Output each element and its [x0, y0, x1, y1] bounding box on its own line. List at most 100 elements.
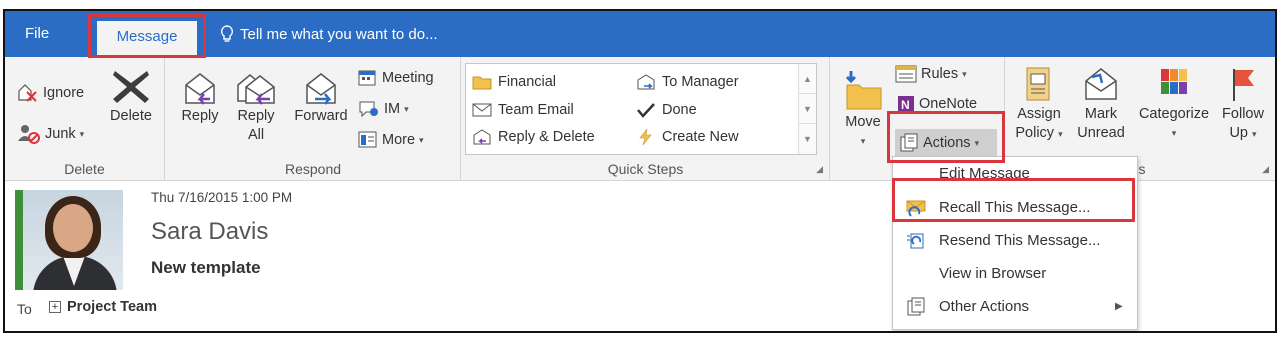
reply-all-label-2: All [247, 127, 265, 143]
mark-label-1: Mark [1084, 106, 1118, 122]
assign-label-1: Assign [1017, 106, 1061, 122]
tab-file[interactable]: File [25, 25, 49, 42]
mark-unread-icon [1085, 68, 1117, 100]
junk-label: Junk [45, 126, 76, 142]
reply-all-label-1: Reply [237, 108, 275, 124]
expand-icon[interactable]: + [49, 301, 61, 313]
junk-button[interactable]: Junk ▾ [17, 123, 84, 145]
onenote-label: OneNote [919, 96, 978, 112]
expand-gallery-icon[interactable]: ▼ [799, 124, 816, 154]
mark-unread-button[interactable]: Mark Unread [1072, 65, 1130, 143]
dialog-launcher-icon[interactable]: ◢ [816, 164, 823, 175]
follow-up-button[interactable]: Follow Up ▾ [1216, 65, 1270, 144]
outlook-window: File Message Tell me what you want to do… [3, 9, 1277, 333]
reply-all-button[interactable]: Reply All [230, 71, 282, 145]
scroll-down-icon[interactable]: ▼ [799, 94, 816, 124]
categorize-icon [1161, 69, 1187, 94]
quickstep-reply-delete[interactable]: Reply & Delete [472, 129, 595, 145]
reply-button[interactable]: Reply [176, 71, 224, 126]
team-email-label: Team Email [498, 102, 574, 118]
menu-item-label: View in Browser [939, 265, 1047, 282]
move-button[interactable]: Move ▾ [837, 69, 889, 151]
chevron-down-icon: ▾ [1252, 129, 1257, 139]
mark-label-2: Unread [1077, 125, 1125, 141]
respond-group-label: Respond [284, 161, 342, 177]
to-label: To [17, 301, 32, 317]
move-label: Move [845, 114, 881, 130]
delete-button[interactable]: Delete [107, 67, 155, 126]
actions-icon [900, 133, 918, 152]
lightning-icon [639, 129, 652, 145]
message-date: Thu 7/16/2015 1:00 PM [151, 190, 293, 205]
assign-policy-button[interactable]: Assign Policy ▾ [1010, 65, 1068, 144]
assign-label-2: Policy [1015, 125, 1055, 141]
create-new-label: Create New [662, 129, 739, 145]
im-button[interactable]: IM ▾ [358, 99, 409, 119]
chevron-down-icon: ▾ [404, 103, 409, 114]
menu-item-label: Other Actions [939, 298, 1030, 315]
reply-all-icon [237, 74, 275, 105]
quickstep-create-new[interactable]: Create New [636, 129, 739, 145]
onenote-icon: N [898, 96, 914, 112]
dialog-launcher-icon[interactable]: ◢ [1262, 164, 1269, 175]
follow-label-2: Up [1229, 125, 1248, 141]
actions-dropdown-menu: Edit Message Recall This Message... Rese… [892, 156, 1138, 330]
chevron-down-icon: ▾ [974, 137, 980, 148]
actions-label: Actions [923, 135, 971, 151]
junk-icon [18, 125, 40, 144]
recipient-group[interactable]: + Project Team [49, 299, 157, 315]
menu-item-view-in-browser[interactable]: View in Browser [893, 257, 1137, 290]
im-label: IM [384, 101, 401, 117]
email-icon [472, 103, 492, 117]
delete-group: Ignore Junk ▾ Delete Delete [5, 57, 165, 181]
title-tab-bar: File Message Tell me what you want to do… [5, 11, 1275, 57]
menu-item-edit-message[interactable]: Edit Message [893, 157, 1137, 190]
menu-item-other-actions[interactable]: Other Actions ▶ [893, 290, 1137, 323]
financial-label: Financial [498, 74, 557, 90]
ignore-label: Ignore [43, 85, 85, 101]
quickstep-team-email[interactable]: Team Email [472, 102, 574, 118]
scroll-up-icon[interactable]: ▲ [799, 64, 816, 94]
tell-me-label: Tell me what you want to do... [240, 25, 438, 43]
flag-icon [1233, 69, 1254, 101]
forward-button[interactable]: Forward [290, 71, 352, 126]
chevron-down-icon: ▾ [962, 68, 967, 79]
quick-steps-scrollbar[interactable]: ▲ ▼ ▼ [798, 64, 816, 154]
categorize-button[interactable]: Categorize ▾ [1132, 65, 1216, 143]
tab-message[interactable]: Message [97, 21, 197, 57]
avatar [15, 190, 123, 290]
delete-x-icon [113, 71, 149, 103]
more-button[interactable]: More ▾ [358, 131, 424, 149]
categorize-label: Categorize [1138, 106, 1210, 122]
quickstep-done[interactable]: Done [636, 102, 697, 118]
quickstep-financial[interactable]: Financial [472, 74, 556, 90]
quickstep-to-manager[interactable]: To Manager [636, 74, 739, 90]
forward-icon [306, 73, 336, 105]
folder-icon [472, 76, 492, 90]
actions-button[interactable]: Actions ▾ [895, 129, 997, 157]
meeting-label: Meeting [382, 70, 434, 86]
chevron-down-icon: ▾ [1171, 128, 1177, 138]
ignore-icon [18, 84, 37, 102]
menu-item-resend-message[interactable]: Resend This Message... [893, 224, 1137, 257]
meeting-button[interactable]: Meeting [358, 69, 434, 87]
chevron-down-icon: ▾ [860, 136, 866, 146]
meeting-icon [358, 70, 376, 86]
ignore-button[interactable]: Ignore [17, 83, 84, 103]
menu-item-recall-message[interactable]: Recall This Message... [893, 191, 1137, 224]
follow-label-1: Follow [1222, 106, 1264, 122]
onenote-button[interactable]: N OneNote [897, 95, 977, 113]
rules-button[interactable]: Rules ▾ [895, 65, 967, 83]
done-label: Done [662, 102, 697, 118]
message-subject: New template [151, 258, 261, 277]
other-actions-icon [893, 297, 939, 317]
sender-name[interactable]: Sara Davis [151, 218, 268, 246]
reply-delete-icon [473, 129, 491, 145]
tell-me-box[interactable]: Tell me what you want to do... [220, 25, 438, 43]
rules-icon [895, 65, 917, 83]
recipient-name: Project Team [67, 299, 157, 315]
menu-item-label: Resend This Message... [939, 232, 1101, 249]
delete-group-label: Delete [64, 161, 105, 177]
quick-steps-group: Financial Team Email Reply & Delete To M… [462, 57, 830, 181]
submenu-arrow-icon: ▶ [1115, 301, 1123, 312]
